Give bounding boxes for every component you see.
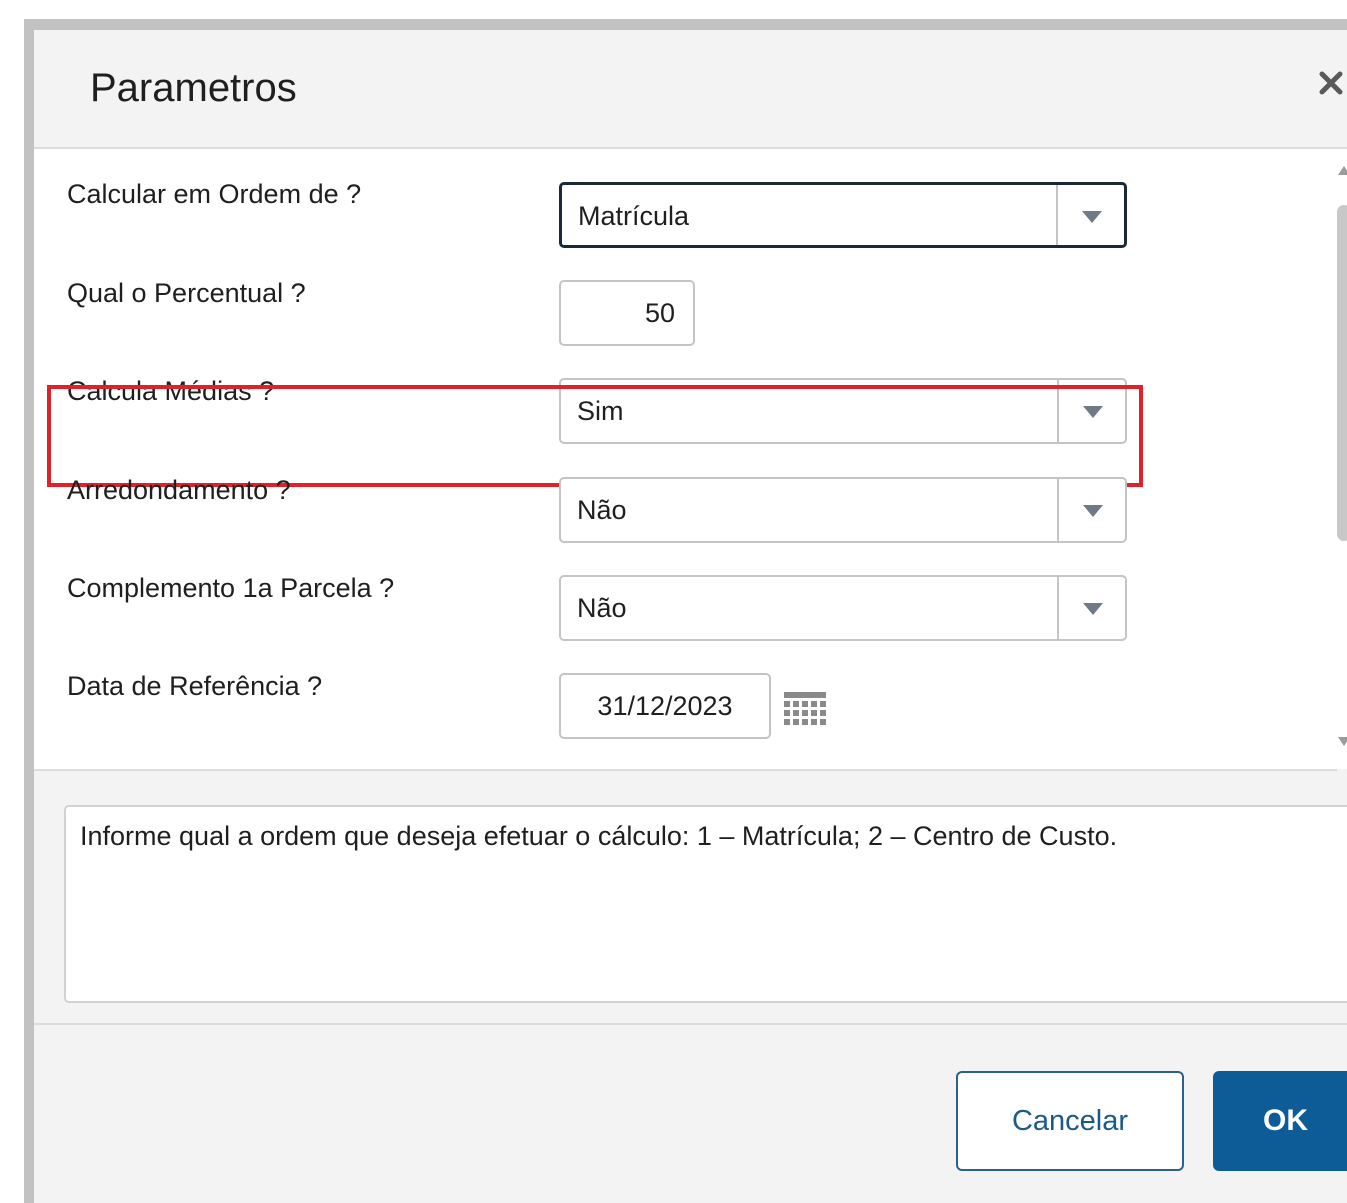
order-select-value: Matrícula [578, 201, 690, 231]
order-label: Calcular em Ordem de ? [67, 179, 362, 209]
cancel-button[interactable]: Cancelar [956, 1071, 1184, 1171]
rounding-label: Arredondamento ? [67, 475, 291, 505]
top-strip [0, 0, 1347, 19]
percent-label: Qual o Percentual ? [67, 278, 306, 308]
help-text: Informe qual a ordem que deseja efetuar … [80, 821, 1118, 851]
rounding-select-value: Não [577, 495, 627, 525]
calendar-icon[interactable] [782, 690, 828, 730]
dialog-header: Parametros [34, 30, 1347, 149]
parameters-panel: Calcular em Ordem de ? Matrícula Qual o … [34, 149, 1347, 771]
help-text-area: Informe qual a ordem que deseja efetuar … [64, 805, 1347, 1003]
averages-select-value: Sim [577, 396, 624, 426]
percent-input[interactable] [559, 280, 695, 346]
page: Parametros Calcular em Ordem de ? Matríc… [0, 0, 1347, 1203]
averages-select[interactable]: Sim [559, 378, 1127, 444]
complement-select[interactable]: Não [559, 575, 1127, 641]
footer-divider [34, 1023, 1347, 1025]
select-divider [1057, 577, 1059, 639]
reference-date-input[interactable] [559, 673, 771, 739]
select-divider [1057, 479, 1059, 541]
complement-select-value: Não [577, 593, 627, 623]
order-select[interactable]: Matrícula [559, 182, 1127, 248]
parameters-dialog: Parametros Calcular em Ordem de ? Matríc… [34, 30, 1347, 1203]
ok-button[interactable]: OK [1213, 1071, 1347, 1171]
dialog-title: Parametros [90, 66, 297, 110]
chevron-down-icon [1082, 211, 1102, 223]
select-divider [1057, 380, 1059, 442]
chevron-down-icon [1083, 406, 1103, 418]
chevron-down-icon [1083, 603, 1103, 615]
averages-label: Calcula Médias ? [67, 376, 275, 406]
scroll-up-icon[interactable] [1337, 163, 1347, 177]
scroll-down-icon[interactable] [1337, 735, 1347, 749]
select-divider [1056, 185, 1058, 245]
close-icon[interactable] [1314, 66, 1347, 100]
rounding-select[interactable]: Não [559, 477, 1127, 543]
scroll-thumb[interactable] [1337, 205, 1347, 541]
reference-date-label: Data de Referência ? [67, 671, 323, 701]
chevron-down-icon [1083, 505, 1103, 517]
complement-label: Complemento 1a Parcela ? [67, 573, 395, 603]
